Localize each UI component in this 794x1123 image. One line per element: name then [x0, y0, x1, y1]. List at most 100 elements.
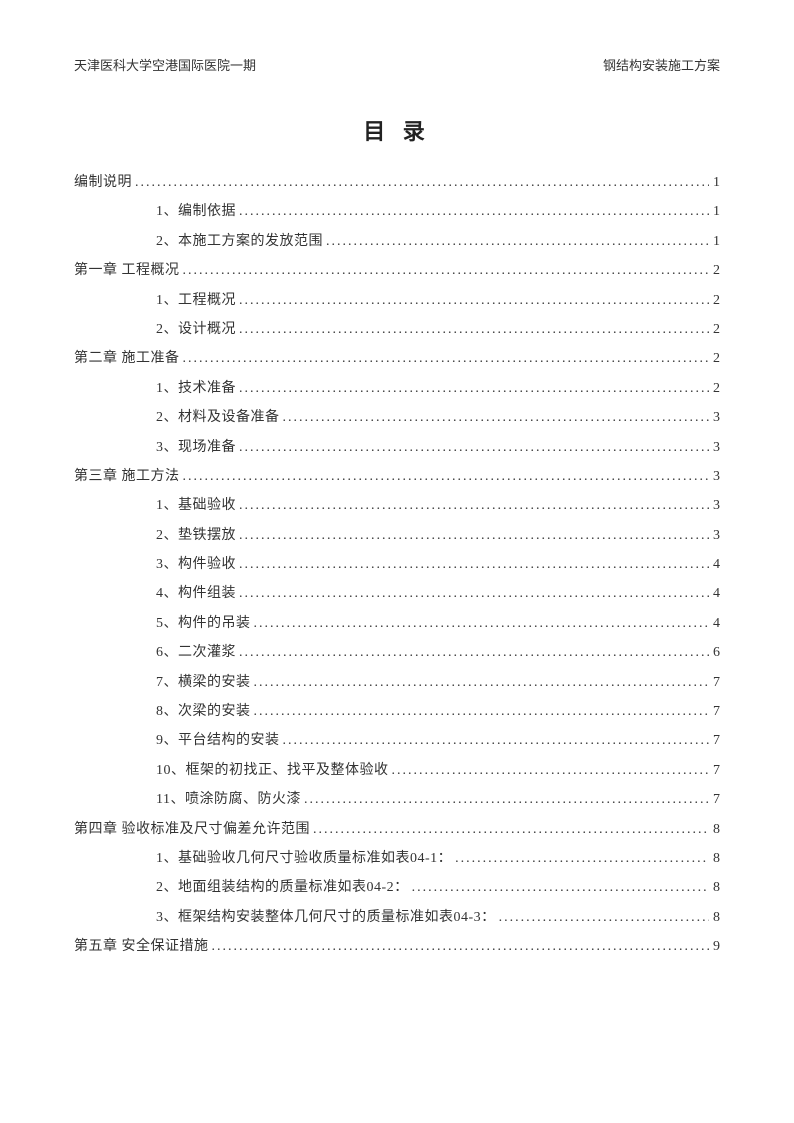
toc-label: 9、平台结构的安装	[156, 726, 280, 755]
toc-entry: 2、材料及设备准备 3	[74, 403, 720, 432]
toc-page-number: 6	[709, 638, 720, 667]
toc-leader-dots	[209, 932, 710, 961]
toc-leader-dots	[409, 873, 709, 902]
toc-label: 编制说明	[74, 168, 132, 197]
toc-entry: 2、地面组装结构的质量标准如表04-2： 8	[74, 873, 720, 902]
toc-label: 1、技术准备	[156, 374, 236, 403]
toc-entry: 3、现场准备 3	[74, 433, 720, 462]
toc-label: 6、二次灌浆	[156, 638, 236, 667]
toc-page-number: 7	[709, 697, 720, 726]
toc-label: 第五章 安全保证措施	[74, 932, 209, 961]
header-right: 钢结构安装施工方案	[603, 55, 720, 74]
toc-entry: 1、技术准备 2	[74, 374, 720, 403]
toc-entry: 编制说明 1	[74, 168, 720, 197]
toc-page-number: 4	[709, 550, 720, 579]
toc-leader-dots	[236, 315, 709, 344]
toc-page-number: 3	[709, 403, 720, 432]
toc-label: 2、地面组装结构的质量标准如表04-2：	[156, 873, 409, 902]
toc-page-number: 2	[709, 344, 720, 373]
toc-page-number: 7	[709, 726, 720, 755]
toc-leader-dots	[323, 227, 709, 256]
toc-entry: 8、次梁的安装 7	[74, 697, 720, 726]
toc-label: 7、横梁的安装	[156, 668, 251, 697]
toc-entry: 1、编制依据 1	[74, 197, 720, 226]
toc-leader-dots	[236, 374, 709, 403]
toc-entry: 7、横梁的安装 7	[74, 668, 720, 697]
toc-leader-dots	[236, 286, 709, 315]
toc-page-number: 3	[709, 462, 720, 491]
toc-entry: 6、二次灌浆 6	[74, 638, 720, 667]
toc-leader-dots	[280, 726, 710, 755]
toc-label: 3、现场准备	[156, 433, 236, 462]
toc-label: 10、框架的初找正、找平及整体验收	[156, 756, 389, 785]
toc-page-number: 3	[709, 521, 720, 550]
toc-label: 4、构件组装	[156, 579, 236, 608]
toc-entry: 第二章 施工准备 2	[74, 344, 720, 373]
toc-page-number: 4	[709, 609, 720, 638]
toc-entry: 第三章 施工方法3	[74, 462, 720, 491]
toc-leader-dots	[452, 844, 709, 873]
toc-leader-dots	[180, 256, 710, 285]
toc-page-number: 2	[709, 286, 720, 315]
toc-page-number: 9	[709, 932, 720, 961]
toc-leader-dots	[280, 403, 710, 432]
toc-list: 编制说明11、编制依据12、本施工方案的发放范围1第一章 工程概况21、工程概况…	[74, 168, 720, 962]
toc-leader-dots	[496, 903, 709, 932]
toc-page-number: 8	[709, 815, 720, 844]
toc-label: 2、垫铁摆放	[156, 521, 236, 550]
toc-label: 3、框架结构安装整体几何尺寸的质量标准如表04-3：	[156, 903, 496, 932]
toc-entry: 4、构件组装 4	[74, 579, 720, 608]
toc-page-number: 3	[709, 433, 720, 462]
toc-page-number: 1	[709, 227, 720, 256]
toc-page-number: 1	[709, 168, 720, 197]
toc-leader-dots	[236, 550, 709, 579]
toc-leader-dots	[236, 521, 709, 550]
toc-label: 5、构件的吊装	[156, 609, 251, 638]
toc-entry: 第四章 验收标准及尺寸偏差允许范围 8	[74, 815, 720, 844]
toc-entry: 11、喷涂防腐、防火漆7	[74, 785, 720, 814]
toc-entry: 第一章 工程概况2	[74, 256, 720, 285]
toc-leader-dots	[251, 668, 710, 697]
toc-leader-dots	[180, 462, 710, 491]
toc-leader-dots	[236, 579, 709, 608]
toc-entry: 5、构件的吊装 4	[74, 609, 720, 638]
toc-label: 1、基础验收	[156, 491, 236, 520]
header-left: 天津医科大学空港国际医院一期	[74, 55, 256, 74]
toc-leader-dots	[251, 697, 710, 726]
page-header: 天津医科大学空港国际医院一期 钢结构安装施工方案	[74, 55, 720, 74]
toc-entry: 2、设计概况2	[74, 315, 720, 344]
toc-page-number: 8	[709, 903, 720, 932]
toc-label: 1、工程概况	[156, 286, 236, 315]
toc-entry: 3、框架结构安装整体几何尺寸的质量标准如表04-3： 8	[74, 903, 720, 932]
toc-leader-dots	[236, 638, 709, 667]
toc-leader-dots	[251, 609, 710, 638]
toc-title: 目 录	[74, 114, 720, 146]
toc-entry: 第五章 安全保证措施 9	[74, 932, 720, 961]
toc-label: 1、基础验收几何尺寸验收质量标准如表04-1：	[156, 844, 452, 873]
toc-page-number: 4	[709, 579, 720, 608]
toc-entry: 1、基础验收几何尺寸验收质量标准如表04-1：8	[74, 844, 720, 873]
toc-label: 2、本施工方案的发放范围	[156, 227, 323, 256]
toc-page-number: 8	[709, 873, 720, 902]
toc-label: 1、编制依据	[156, 197, 236, 226]
toc-page-number: 7	[709, 756, 720, 785]
toc-label: 11、喷涂防腐、防火漆	[156, 785, 301, 814]
toc-leader-dots	[180, 344, 710, 373]
toc-page-number: 2	[709, 374, 720, 403]
toc-leader-dots	[236, 197, 709, 226]
toc-label: 第四章 验收标准及尺寸偏差允许范围	[74, 815, 310, 844]
toc-label: 第一章 工程概况	[74, 256, 180, 285]
toc-label: 第二章 施工准备	[74, 344, 180, 373]
toc-page-number: 7	[709, 668, 720, 697]
toc-label: 8、次梁的安装	[156, 697, 251, 726]
toc-leader-dots	[389, 756, 710, 785]
toc-entry: 2、本施工方案的发放范围 1	[74, 227, 720, 256]
toc-entry: 9、平台结构的安装 7	[74, 726, 720, 755]
toc-entry: 2、垫铁摆放 3	[74, 521, 720, 550]
toc-page-number: 2	[709, 315, 720, 344]
toc-label: 2、材料及设备准备	[156, 403, 280, 432]
toc-page-number: 1	[709, 197, 720, 226]
toc-entry: 10、框架的初找正、找平及整体验收 7	[74, 756, 720, 785]
toc-label: 3、构件验收	[156, 550, 236, 579]
toc-leader-dots	[236, 491, 709, 520]
